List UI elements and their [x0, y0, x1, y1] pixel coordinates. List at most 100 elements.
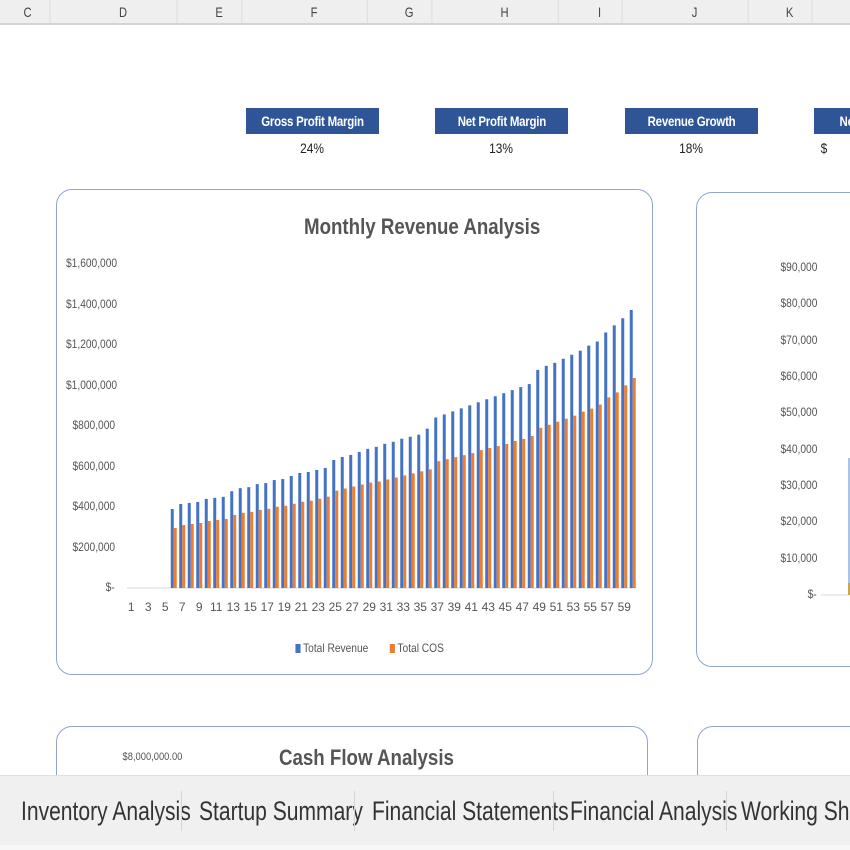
- bar-total-revenue: [306, 471, 310, 588]
- bar-total-revenue: [612, 325, 616, 588]
- bar-total-revenue: [434, 417, 438, 588]
- bar-total-revenue: [476, 402, 480, 588]
- bar-total-cos: [615, 392, 619, 588]
- bar-total-cos: [632, 378, 636, 588]
- kpi-label: Gross Profit Margin: [246, 108, 379, 134]
- x-tick-label: 23: [311, 600, 325, 614]
- bar-total-revenue: [264, 483, 268, 588]
- bar-total-cos: [182, 525, 186, 588]
- tab-separator: [553, 791, 554, 831]
- bar-total-cos: [318, 498, 322, 588]
- column-header-f[interactable]: F: [261, 0, 368, 25]
- bar-total-cos: [386, 479, 390, 588]
- legend-swatch-revenue: [295, 643, 301, 653]
- bar-total-cos: [573, 415, 577, 588]
- bar-total-cos: [275, 506, 279, 588]
- bar-total-cos: [335, 490, 339, 588]
- bar-total-revenue: [417, 434, 421, 588]
- cash-flow-chart[interactable]: Cash Flow Analysis $8,000,000.00: [56, 726, 648, 775]
- bar-total-revenue: [315, 469, 319, 588]
- kpi-value: 13%: [489, 140, 514, 156]
- bar-total-revenue: [442, 414, 446, 588]
- column-header-c[interactable]: C: [6, 0, 51, 25]
- bar-total-cos: [564, 418, 568, 588]
- x-tick-label: 29: [362, 600, 376, 614]
- x-tick-label: 55: [583, 600, 597, 614]
- legend-item-cos: Total COS: [389, 641, 444, 655]
- bar-total-cos: [343, 488, 347, 588]
- column-header-k[interactable]: K: [768, 0, 813, 25]
- column-header-e[interactable]: E: [197, 0, 243, 25]
- bar-total-revenue: [536, 369, 540, 588]
- kpi-label: Net Profit Margin: [435, 108, 568, 134]
- bar-total-revenue: [468, 405, 472, 588]
- kpi-gross-profit-margin: Gross Profit Margin 24%: [246, 108, 379, 156]
- column-header-g[interactable]: G: [387, 0, 433, 25]
- secondary-bottom-chart[interactable]: [697, 726, 850, 775]
- bar-total-cos: [224, 518, 228, 588]
- column-header-d[interactable]: D: [70, 0, 178, 25]
- bar-total-cos: [420, 471, 424, 588]
- x-tick-label: 9: [195, 600, 203, 614]
- bar-total-cos: [326, 496, 330, 588]
- bar-total-revenue: [621, 318, 625, 588]
- secondary-chart-plot: [821, 458, 850, 596]
- x-tick-label: 45: [498, 600, 512, 614]
- bar-total-cos: [394, 477, 398, 588]
- x-tick-label: 53: [566, 600, 580, 614]
- bar-total-cos: [598, 404, 602, 588]
- bar-total-cos: [360, 484, 364, 588]
- column-header-i[interactable]: I: [578, 0, 623, 25]
- x-tick-label: 39: [447, 600, 461, 614]
- x-tick-label: 57: [600, 600, 614, 614]
- bar-total-revenue: [408, 436, 412, 588]
- bar-total-revenue: [527, 384, 531, 588]
- bar-total-cos: [233, 514, 237, 588]
- bar-total-revenue: [595, 341, 599, 588]
- bar-total-revenue: [510, 390, 514, 588]
- worksheet-area[interactable]: Gross Profit Margin 24% Net Profit Margi…: [0, 27, 850, 775]
- x-tick-label: 17: [260, 600, 274, 614]
- bar-total-cos: [241, 512, 245, 588]
- bar-total-revenue: [298, 472, 302, 588]
- bar-total-cos: [454, 457, 458, 588]
- bar-total-revenue: [485, 399, 489, 588]
- tab-separator: [354, 791, 355, 831]
- bar-total-cos: [624, 385, 628, 588]
- chart-legend: Total Revenue Total COS: [289, 641, 448, 655]
- x-tick-label: 7: [178, 600, 186, 614]
- bar-total-cos: [284, 505, 288, 588]
- x-tick-label: 13: [226, 600, 240, 614]
- bar-total-revenue: [187, 502, 191, 588]
- bar-total-revenue: [493, 396, 497, 588]
- bar-total-revenue: [332, 460, 336, 588]
- bar-total-cos: [445, 459, 449, 588]
- tab-working-sheet[interactable]: Working Shee: [741, 776, 850, 846]
- bar-total-revenue: [400, 438, 404, 588]
- bar-total-cos: [496, 446, 500, 588]
- bar-total-cos: [292, 503, 296, 588]
- bar-total-cos: [513, 440, 517, 588]
- bar-total-revenue: [383, 443, 387, 588]
- secondary-chart[interactable]: $- $10,000 $20,000 $30,000 $40,000 $50,000 $60…: [696, 192, 850, 667]
- bar-total-cos: [581, 411, 585, 588]
- y-tick-label: $8,000,000.00: [122, 751, 182, 763]
- kpi-label: Revenue Growth: [625, 108, 758, 134]
- bar-total-cos: [530, 435, 534, 588]
- bar-total-revenue: [561, 358, 565, 588]
- bar-total-cos: [309, 500, 313, 588]
- x-tick-label: 37: [430, 600, 444, 614]
- column-header-j[interactable]: J: [641, 0, 749, 25]
- bar-total-cos: [216, 519, 220, 588]
- kpi-net-profit-margin: Net Profit Margin 13%: [435, 108, 568, 156]
- monthly-revenue-chart[interactable]: Monthly Revenue Analysis $- $200,000 $400,…: [56, 189, 653, 675]
- x-tick-label: 27: [345, 600, 359, 614]
- sheet-tab-bar: Inventory Analysis Startup Summary Finan…: [0, 775, 850, 845]
- column-header-h[interactable]: H: [451, 0, 559, 25]
- bar-total-cos: [479, 450, 483, 588]
- bar-total-revenue: [374, 446, 378, 588]
- x-tick-label: 51: [549, 600, 563, 614]
- bar-total-revenue: [179, 503, 183, 588]
- x-tick-label: 5: [161, 600, 169, 614]
- kpi-value: 24%: [300, 140, 325, 156]
